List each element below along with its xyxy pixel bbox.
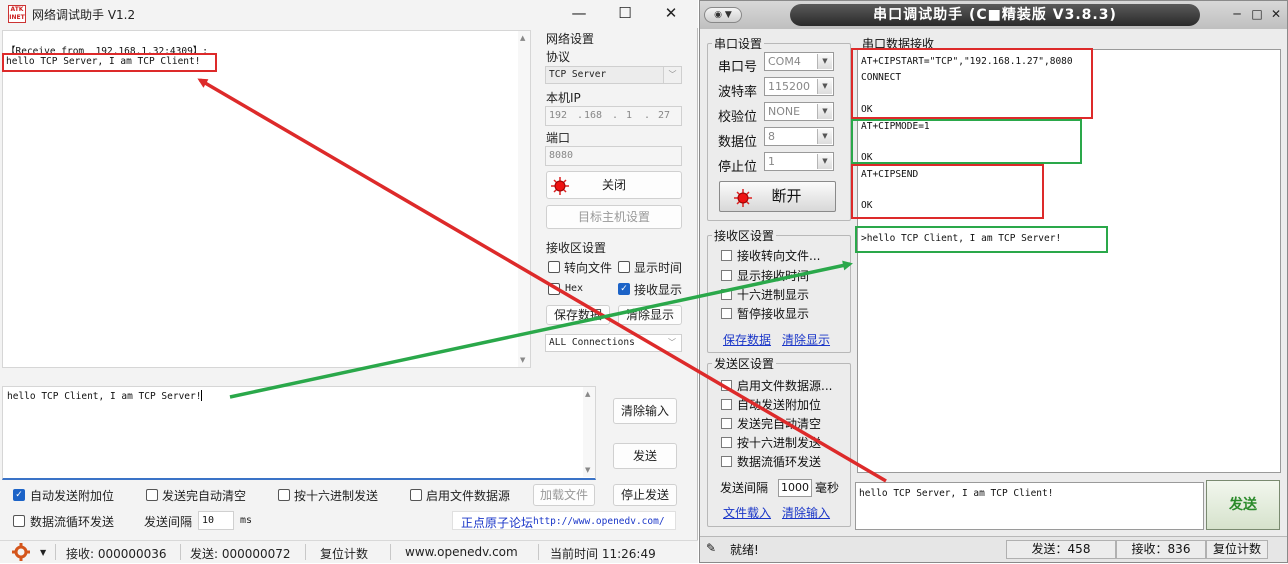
- red-arrow: [197, 78, 887, 483]
- green-arrow: [229, 260, 853, 399]
- annotation-arrows: [197, 78, 887, 483]
